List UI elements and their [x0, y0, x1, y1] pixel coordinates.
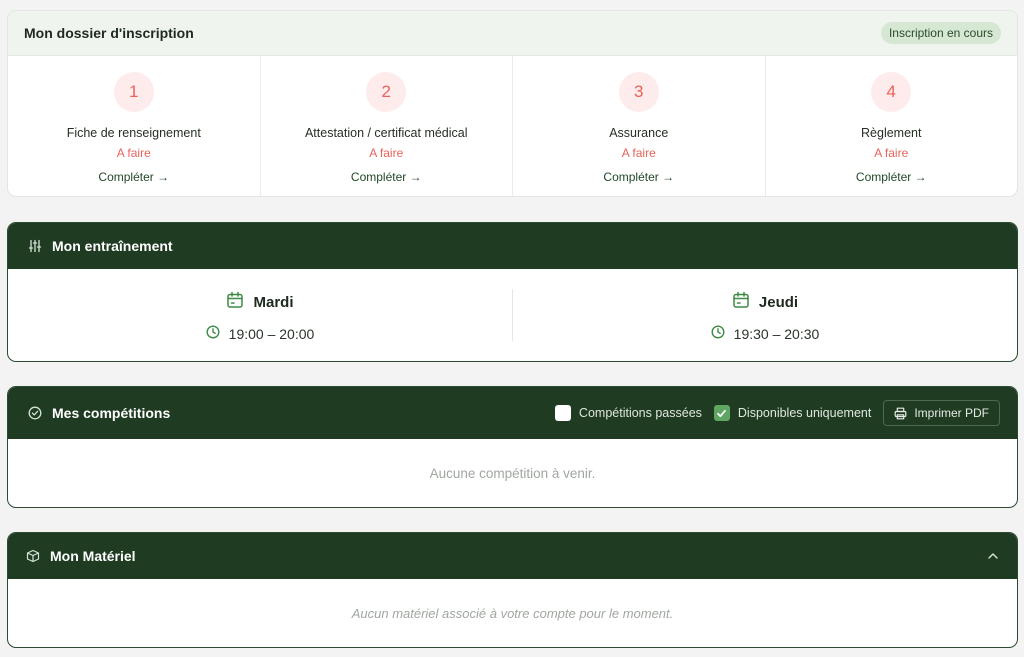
- step-status: A faire: [874, 146, 909, 160]
- session-time: 19:30 – 20:30: [711, 325, 820, 342]
- competitions-empty-message: Aucune compétition à venir.: [429, 465, 596, 481]
- step-3: 3 Assurance A faire Compléter →: [513, 56, 766, 196]
- print-pdf-button[interactable]: Imprimer PDF: [883, 400, 1000, 426]
- equipment-title: Mon Matériel: [50, 548, 136, 564]
- registration-status-badge: Inscription en cours: [880, 22, 1001, 44]
- check-circle-icon: [28, 406, 42, 420]
- checkbox-unchecked[interactable]: [554, 405, 571, 421]
- step-status: A faire: [369, 146, 404, 160]
- competitions-header: Mes compétitions Compétitions passées Di…: [8, 387, 1017, 439]
- session-time-label: 19:00 – 20:00: [228, 325, 315, 342]
- step-number: 3: [618, 72, 659, 112]
- training-session-tuesday: Mardi 19:00 – 20:00: [8, 269, 512, 361]
- checkbox-checked[interactable]: [713, 405, 730, 421]
- clock-icon: [206, 325, 220, 342]
- calendar-icon: [732, 291, 750, 313]
- step-label: Règlement: [861, 126, 922, 140]
- competition-filters: Compétitions passées Disponibles uniquem…: [554, 400, 1000, 426]
- step-status: A faire: [621, 146, 656, 160]
- registration-file-title: Mon dossier d'inscription: [24, 25, 194, 41]
- past-competitions-checkbox[interactable]: Compétitions passées: [554, 405, 702, 421]
- step-label: Attestation / certificat médical: [304, 126, 468, 140]
- session-time: 19:00 – 20:00: [206, 325, 315, 342]
- clock-icon: [711, 325, 725, 342]
- registration-file-card: Mon dossier d'inscription Inscription en…: [7, 10, 1018, 197]
- sliders-icon: [28, 239, 42, 253]
- complete-step-1-link[interactable]: Compléter →: [98, 170, 169, 184]
- available-only-label: Disponibles uniquement: [737, 406, 872, 420]
- equipment-card: Mon Matériel Aucun matériel associé à vo…: [7, 532, 1018, 648]
- checkmark-icon: [717, 409, 727, 417]
- training-session-thursday: Jeudi 19:30 – 20:30: [513, 269, 1017, 361]
- equipment-header[interactable]: Mon Matériel: [8, 533, 1017, 579]
- session-day: Jeudi: [732, 291, 798, 313]
- training-title: Mon entraînement: [52, 238, 173, 254]
- step-number: 4: [871, 72, 912, 112]
- complete-step-4-link[interactable]: Compléter →: [856, 170, 927, 184]
- session-day: Mardi: [226, 291, 294, 313]
- chevron-up-icon[interactable]: [987, 550, 999, 562]
- step-label: Assurance: [609, 126, 669, 140]
- session-time-label: 19:30 – 20:30: [733, 325, 820, 342]
- complete-step-2-link[interactable]: Compléter →: [351, 170, 422, 184]
- training-header: Mon entraînement: [8, 223, 1017, 269]
- calendar-icon: [226, 291, 244, 313]
- box-icon: [26, 549, 40, 563]
- training-card: Mon entraînement Mardi 19:00 – 20:00 Jeu…: [7, 222, 1018, 362]
- equipment-empty-message: Aucun matériel associé à votre compte po…: [351, 605, 674, 621]
- past-competitions-label: Compétitions passées: [578, 406, 702, 420]
- competitions-card: Mes compétitions Compétitions passées Di…: [7, 386, 1018, 508]
- step-4: 4 Règlement A faire Compléter →: [766, 56, 1018, 196]
- step-status: A faire: [116, 146, 151, 160]
- print-pdf-label: Imprimer PDF: [914, 406, 989, 420]
- competitions-title: Mes compétitions: [52, 405, 171, 421]
- available-only-checkbox[interactable]: Disponibles uniquement: [713, 405, 872, 421]
- step-2: 2 Attestation / certificat médical A fai…: [261, 56, 513, 196]
- session-day-label: Jeudi: [758, 293, 799, 311]
- step-label: Fiche de renseignement: [66, 126, 201, 140]
- step-1: 1 Fiche de renseignement A faire Complét…: [8, 56, 261, 196]
- printer-icon: [894, 407, 907, 420]
- step-number: 2: [366, 72, 407, 112]
- complete-step-3-link[interactable]: Compléter →: [603, 170, 674, 184]
- session-day-label: Mardi: [253, 293, 294, 311]
- step-number: 1: [113, 72, 154, 112]
- registration-file-header: Mon dossier d'inscription Inscription en…: [8, 11, 1017, 56]
- training-schedule: Mardi 19:00 – 20:00 Jeudi 19:30 – 20:30: [8, 269, 1017, 361]
- registration-steps: 1 Fiche de renseignement A faire Complét…: [8, 56, 1018, 196]
